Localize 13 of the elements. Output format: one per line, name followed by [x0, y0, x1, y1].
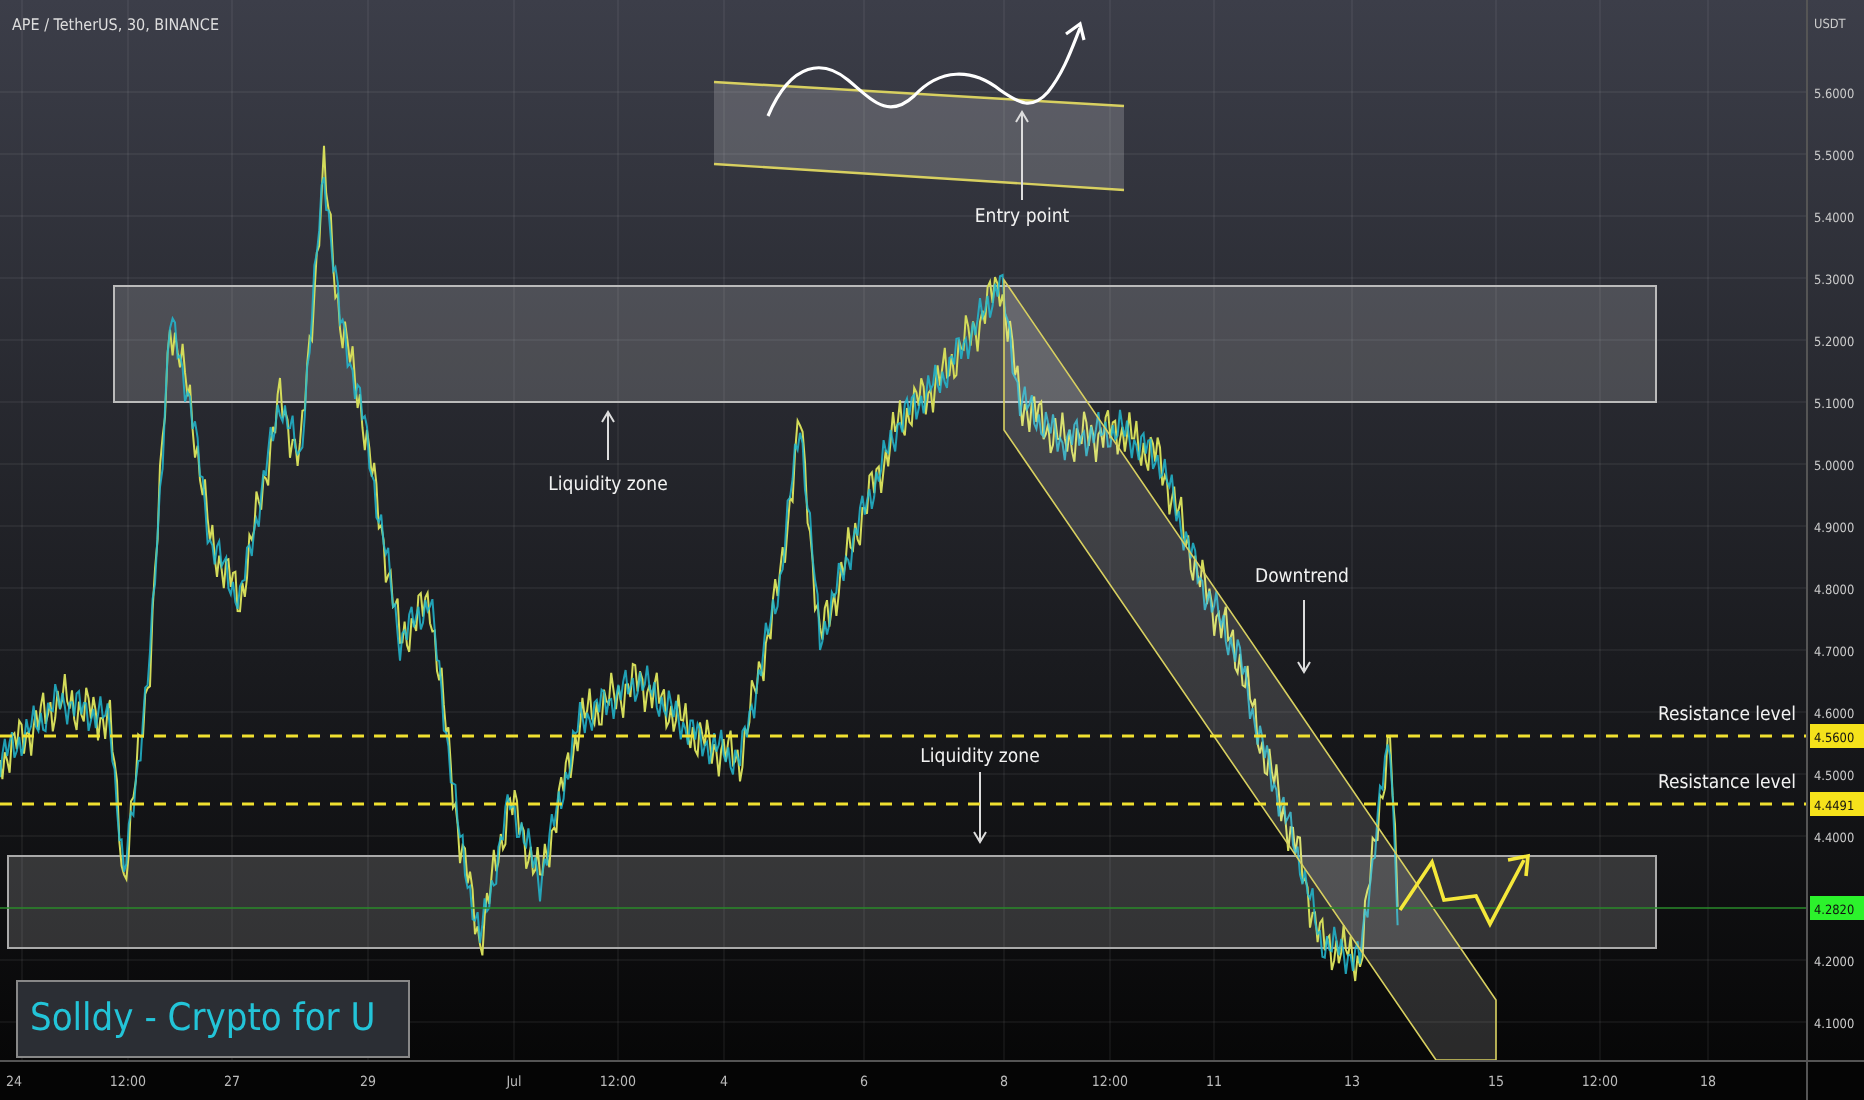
zigzag-arrow-drawing: [1398, 853, 1531, 928]
annotation-label: Resistance level: [1657, 704, 1796, 726]
arrow-down-icon: [973, 771, 987, 844]
annotation-label: Resistance level: [1657, 772, 1796, 794]
arrow-up-icon: [601, 410, 615, 461]
annotation-label: Liquidity zone: [548, 474, 668, 496]
symbol-title: APE / TetherUS, 30, BINANCE: [12, 16, 219, 34]
annotation-label: Entry point: [974, 206, 1070, 228]
brand-label: Solldy - Crypto for U: [16, 980, 410, 1058]
arrow-down-icon: [1297, 599, 1311, 674]
arrow-up-icon: [1015, 110, 1029, 201]
annotation-label: Downtrend: [1255, 566, 1349, 588]
annotation-label: Liquidity zone: [920, 746, 1040, 768]
